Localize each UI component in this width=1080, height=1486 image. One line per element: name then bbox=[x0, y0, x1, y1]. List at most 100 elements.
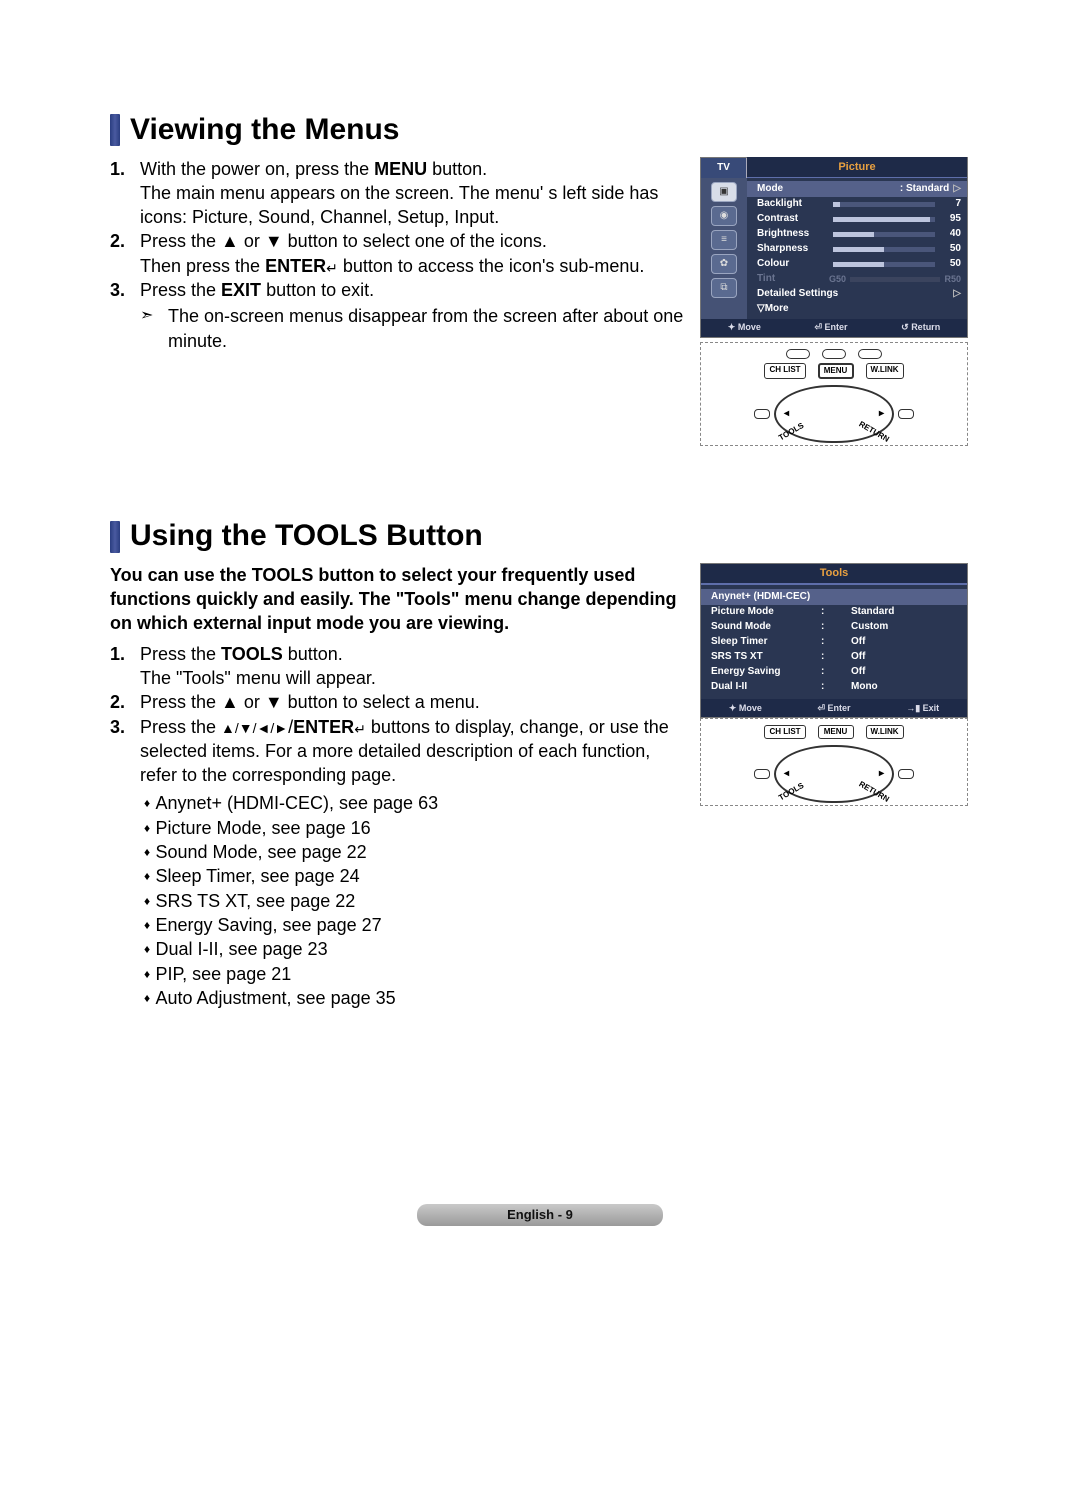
step-line: Press the EXIT button to exit. bbox=[140, 280, 374, 300]
osd-footer-hints: ✦ Move ⏎ Enter →▮ Exit bbox=[701, 699, 967, 717]
right-arrow-icon: ▸ bbox=[879, 767, 884, 781]
title-bar-icon bbox=[110, 114, 120, 146]
remote-menu-button[interactable]: MENU bbox=[818, 363, 854, 380]
section-tools-button: Using the TOOLS Button You can use the T… bbox=[110, 516, 970, 1010]
step-line: Press the ▲ or ▼ button to select one of… bbox=[140, 231, 547, 251]
footer-page-number: 9 bbox=[566, 1207, 573, 1222]
osd-row-backlight[interactable]: Backlight 7 bbox=[757, 197, 961, 212]
left-arrow-icon: ◂ bbox=[784, 767, 789, 781]
step-number: 3. bbox=[110, 715, 140, 1011]
remote-side-button[interactable] bbox=[898, 769, 914, 779]
step-line: Press the ▲ or ▼ button to select a menu… bbox=[140, 692, 480, 712]
left-arrow-icon: ◂ bbox=[784, 407, 789, 421]
remote-tools-label: TOOLS bbox=[777, 781, 806, 804]
osd-row-mode[interactable]: Mode : Standard ▷ bbox=[747, 181, 967, 197]
step-number: 1. bbox=[110, 642, 140, 691]
remote-return-label: RETURN bbox=[856, 419, 890, 445]
title-bar-icon bbox=[110, 521, 120, 553]
note-arrow-icon: ➣ bbox=[140, 304, 168, 353]
intro-text: You can use the TOOLS button to select y… bbox=[110, 563, 688, 636]
remote-side-button[interactable] bbox=[898, 409, 914, 419]
section-viewing-menus: Viewing the Menus 1. With the power on, … bbox=[110, 110, 970, 446]
osd-row-colour[interactable]: Colour 50 bbox=[757, 257, 961, 272]
remote-return-label: RETURN bbox=[856, 779, 890, 805]
triangle-right-icon: ▷ bbox=[953, 287, 961, 301]
sound-icon[interactable]: ◉ bbox=[711, 206, 737, 226]
ref-item: PIP, see page 21 bbox=[144, 962, 688, 986]
tools-row-picture-mode[interactable]: Picture Mode : Standard bbox=[711, 605, 957, 620]
step-number: 2. bbox=[110, 690, 140, 714]
move-icon: ✦ bbox=[728, 322, 738, 332]
enter-icon: ⏎ bbox=[814, 322, 824, 332]
osd-row-tint: Tint G50 R50 bbox=[757, 272, 961, 287]
osd-sidebar-icons: ▣ ◉ ≡ ✿ ⧉ bbox=[701, 178, 747, 319]
triangle-right-icon: ▷ bbox=[953, 182, 961, 196]
right-arrow-icon: ▸ bbox=[879, 407, 884, 421]
tools-row-dual[interactable]: Dual I-II : Mono bbox=[711, 680, 957, 695]
input-icon[interactable]: ⧉ bbox=[711, 278, 737, 298]
remote-side-button[interactable] bbox=[754, 769, 770, 779]
osd-row-detailed[interactable]: Detailed Settings ▷ bbox=[757, 287, 961, 302]
ref-item: Sound Mode, see page 22 bbox=[144, 840, 688, 864]
ref-item: Energy Saving, see page 27 bbox=[144, 913, 688, 937]
note-text: The on-screen menus disappear from the s… bbox=[168, 304, 688, 353]
picture-icon[interactable]: ▣ bbox=[711, 182, 737, 202]
reference-list: Anynet+ (HDMI-CEC), see page 63 Picture … bbox=[140, 791, 688, 1010]
remote-nav-ring[interactable]: ◂ ▸ TOOLS RETURN bbox=[774, 745, 894, 803]
osd-row-contrast[interactable]: Contrast 95 bbox=[757, 212, 961, 227]
step-line: The "Tools" menu will appear. bbox=[140, 668, 376, 688]
remote-pill-icon bbox=[786, 349, 810, 359]
osd-picture-menu: TV Picture ▣ ◉ ≡ ✿ ⧉ Mode bbox=[700, 157, 968, 338]
osd-row-sharpness[interactable]: Sharpness 50 bbox=[757, 242, 961, 257]
osd-footer-hints: ✦ Move ⏎ Enter ↺ Return bbox=[701, 319, 967, 337]
remote-tools-label: TOOLS bbox=[777, 420, 806, 443]
page-footer: English - 9 bbox=[0, 1201, 1080, 1226]
channel-icon[interactable]: ≡ bbox=[711, 230, 737, 250]
remote-chlist-button[interactable]: CH LIST bbox=[764, 725, 805, 740]
footer-lang: English bbox=[507, 1207, 554, 1222]
enter-icon: ⏎ bbox=[818, 703, 828, 713]
remote-side-button[interactable] bbox=[754, 409, 770, 419]
ref-item: Sleep Timer, see page 24 bbox=[144, 864, 688, 888]
tools-row-srs[interactable]: SRS TS XT : Off bbox=[711, 650, 957, 665]
osd-row-more[interactable]: ▽More bbox=[757, 302, 961, 317]
ref-item: Anynet+ (HDMI-CEC), see page 63 bbox=[144, 791, 688, 815]
ref-item: Auto Adjustment, see page 35 bbox=[144, 986, 688, 1010]
osd-tools-menu: Tools Anynet+ (HDMI-CEC) Picture Mode : … bbox=[700, 563, 968, 718]
step-number: 1. bbox=[110, 157, 140, 230]
ref-item: Dual I-II, see page 23 bbox=[144, 937, 688, 961]
setup-icon[interactable]: ✿ bbox=[711, 254, 737, 274]
remote-wlink-button[interactable]: W.LINK bbox=[866, 725, 904, 740]
tools-row-anynet[interactable]: Anynet+ (HDMI-CEC) bbox=[701, 589, 967, 605]
ref-item: Picture Mode, see page 16 bbox=[144, 816, 688, 840]
enter-icon bbox=[354, 717, 366, 737]
tools-row-sound-mode[interactable]: Sound Mode : Custom bbox=[711, 620, 957, 635]
step-line: The main menu appears on the screen. The… bbox=[140, 183, 658, 227]
instruction-text: 1. With the power on, press the MENU but… bbox=[110, 157, 700, 353]
remote-menu-button[interactable]: MENU bbox=[818, 725, 854, 740]
step-line: Then press the ENTER button to access th… bbox=[140, 256, 644, 276]
osd-title: Tools bbox=[701, 564, 967, 585]
step-number: 3. bbox=[110, 278, 140, 353]
remote-diagram: CH LIST MENU W.LINK ◂ ▸ TOOLS RETURN bbox=[700, 342, 968, 447]
exit-icon: →▮ bbox=[906, 703, 922, 713]
move-icon: ✦ bbox=[729, 703, 739, 713]
remote-wlink-button[interactable]: W.LINK bbox=[866, 363, 904, 380]
section-title: Viewing the Menus bbox=[130, 110, 400, 151]
tools-row-sleep-timer[interactable]: Sleep Timer : Off bbox=[711, 635, 957, 650]
tools-row-energy[interactable]: Energy Saving : Off bbox=[711, 665, 957, 680]
ref-item: SRS TS XT, see page 22 bbox=[144, 889, 688, 913]
remote-nav-ring[interactable]: ◂ ▸ TOOLS RETURN bbox=[774, 385, 894, 443]
step-line: Press the TOOLS button. bbox=[140, 644, 343, 664]
instruction-text: You can use the TOOLS button to select y… bbox=[110, 563, 700, 1010]
osd-title: Picture bbox=[747, 157, 967, 179]
osd-row-brightness[interactable]: Brightness 40 bbox=[757, 227, 961, 242]
step-line: With the power on, press the MENU button… bbox=[140, 159, 487, 179]
remote-pill-icon bbox=[822, 349, 846, 359]
step-line: Press the ▲/▼/◄/►/ENTER buttons to displ… bbox=[140, 717, 669, 786]
remote-pill-icon bbox=[858, 349, 882, 359]
remote-diagram: CH LIST MENU W.LINK ◂ ▸ TOOLS RETURN bbox=[700, 718, 968, 807]
remote-chlist-button[interactable]: CH LIST bbox=[764, 363, 805, 380]
osd-source-label: TV bbox=[701, 158, 747, 178]
return-icon: ↺ bbox=[901, 322, 911, 332]
